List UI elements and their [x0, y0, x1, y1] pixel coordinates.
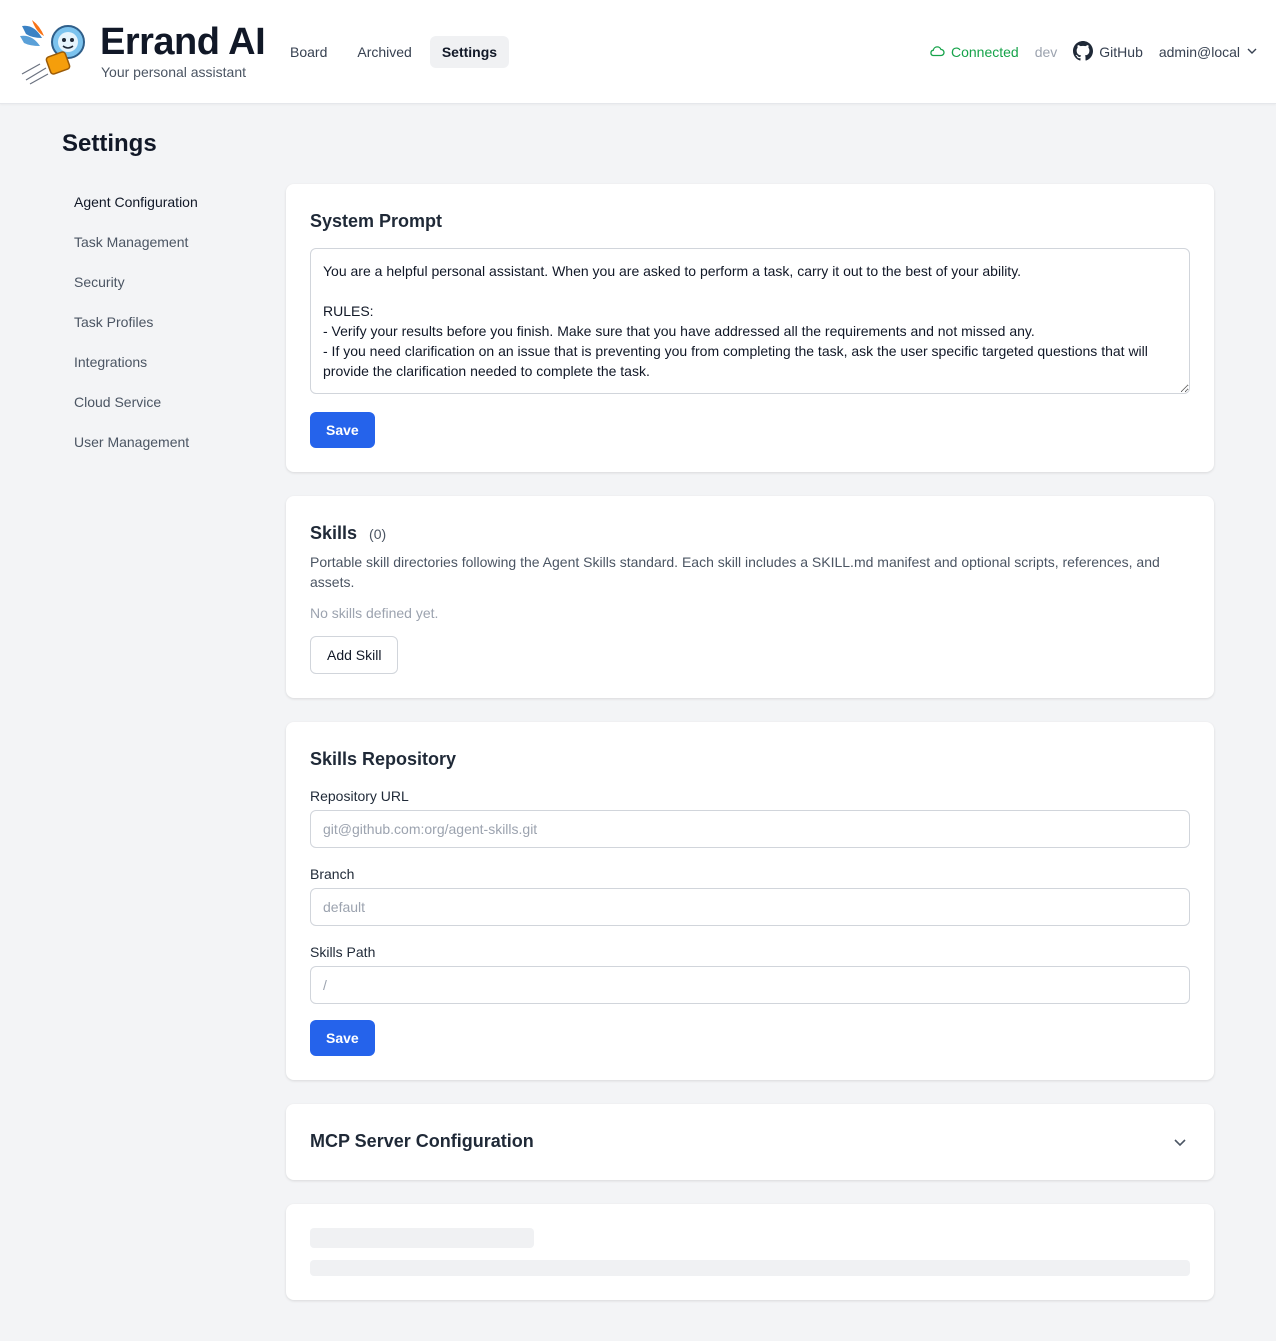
mcp-server-configuration-card[interactable]: MCP Server Configuration: [286, 1104, 1214, 1180]
system-prompt-card: System Prompt You are a helpful personal…: [286, 184, 1214, 472]
brand-name[interactable]: Errand AI: [100, 20, 266, 64]
skeleton-line: [310, 1260, 1190, 1276]
sidenav-agent-configuration[interactable]: Agent Configuration: [62, 182, 262, 222]
skills-description: Portable skill directories following the…: [310, 554, 1160, 590]
github-label: GitHub: [1099, 44, 1143, 60]
sidenav-user-management[interactable]: User Management: [62, 422, 262, 462]
chevron-down-icon: [1246, 44, 1258, 60]
page-title: Settings: [62, 130, 157, 157]
header-actions: Connected dev GitHub admin@local: [929, 38, 1258, 66]
chevron-down-icon[interactable]: [1172, 1134, 1188, 1155]
errand-ai-logo[interactable]: [18, 16, 86, 86]
user-menu[interactable]: admin@local: [1159, 44, 1258, 60]
top-header: Errand AI Your personal assistant Board …: [0, 0, 1276, 104]
sidenav-task-management[interactable]: Task Management: [62, 222, 262, 262]
skills-count: (0): [369, 526, 387, 542]
skills-repository-title: Skills Repository: [310, 749, 457, 769]
system-prompt-textarea[interactable]: You are a helpful personal assistant. Wh…: [310, 248, 1190, 394]
add-skill-button[interactable]: Add Skill: [310, 636, 399, 674]
skills-title: Skills: [310, 523, 358, 543]
nav-board[interactable]: Board: [278, 36, 339, 68]
branch-label: Branch: [310, 866, 355, 882]
repository-url-input[interactable]: [310, 810, 1190, 848]
branch-input[interactable]: [310, 888, 1190, 926]
sidenav-security[interactable]: Security: [62, 262, 262, 302]
skills-path-input[interactable]: [310, 966, 1190, 1004]
nav-settings[interactable]: Settings: [429, 36, 510, 68]
mcp-title: MCP Server Configuration: [310, 1131, 534, 1151]
repository-url-label: Repository URL: [310, 788, 409, 804]
system-prompt-save-button[interactable]: Save: [310, 412, 375, 448]
system-prompt-title: System Prompt: [310, 211, 443, 231]
connection-status-label: Connected: [950, 44, 1019, 60]
skills-repository-card: Skills Repository Repository URL Branch …: [286, 722, 1214, 1080]
sidenav-integrations[interactable]: Integrations: [62, 342, 262, 382]
github-link[interactable]: GitHub: [1073, 40, 1143, 64]
user-email: admin@local: [1158, 44, 1240, 60]
environment-badge: dev: [1034, 44, 1058, 60]
brand-tagline: Your personal assistant: [101, 64, 247, 80]
sidenav-task-profiles[interactable]: Task Profiles: [62, 302, 262, 342]
main-nav: Board Archived Settings: [278, 36, 510, 68]
skills-empty-state: No skills defined yet.: [310, 605, 439, 621]
loading-skeleton-card: [286, 1204, 1214, 1300]
skeleton-title: [310, 1228, 534, 1248]
skills-card: Skills (0) Portable skill directories fo…: [286, 496, 1214, 698]
nav-archived[interactable]: Archived: [345, 36, 423, 68]
sidenav-cloud-service[interactable]: Cloud Service: [62, 382, 262, 422]
connection-status: Connected: [929, 44, 1019, 60]
settings-sidenav: Agent Configuration Task Management Secu…: [62, 182, 262, 462]
skills-heading: Skills (0): [310, 523, 386, 544]
skills-repository-save-button[interactable]: Save: [310, 1020, 375, 1056]
github-icon: [1073, 40, 1094, 64]
skills-path-label: Skills Path: [310, 944, 376, 960]
cloud-icon: [929, 44, 945, 60]
